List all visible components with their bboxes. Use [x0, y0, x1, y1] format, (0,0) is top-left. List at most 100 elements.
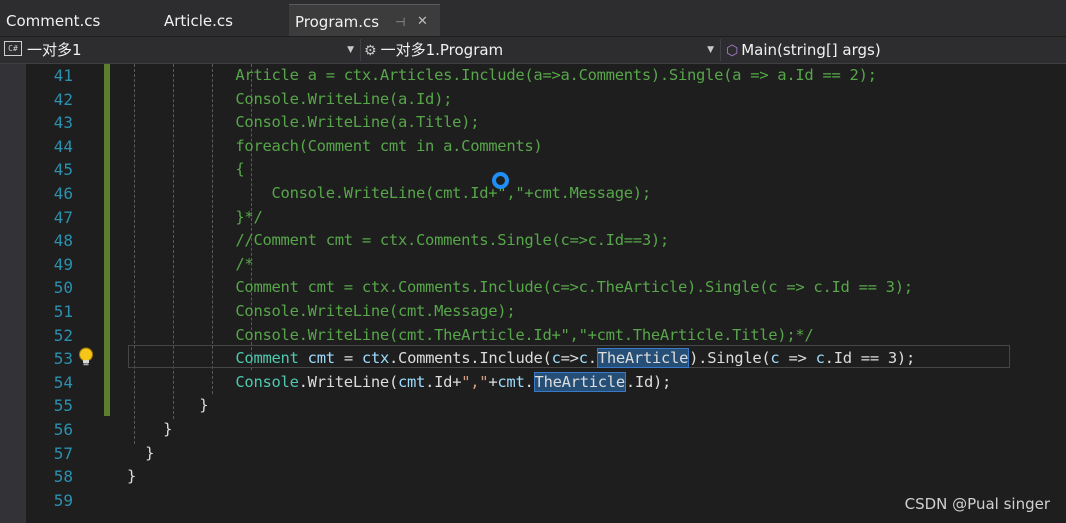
line-number: 56 — [53, 420, 73, 439]
code-line[interactable]: Comment cmt = ctx.Comments.Include(c=>c.… — [127, 347, 915, 370]
code-line[interactable]: //Comment cmt = ctx.Comments.Single(c=>c… — [127, 229, 669, 252]
code-token: Console.WriteLine(a.Title); — [127, 113, 480, 132]
code-token: .Id); — [625, 372, 672, 391]
tab-label: Program.cs — [295, 13, 380, 31]
line-number: 52 — [53, 325, 73, 345]
member-dropdown[interactable]: ⬡ Main(string[] args) — [726, 39, 1062, 61]
code-token: /* — [127, 254, 254, 273]
code-token: //Comment cmt = ctx.Comments.Single(c=>c… — [127, 231, 669, 250]
code-line[interactable]: } — [127, 418, 172, 441]
lightbulb-icon[interactable] — [77, 347, 95, 367]
line-number: 43 — [53, 113, 73, 133]
line-number: 48 — [53, 231, 73, 251]
code-line[interactable]: Article a = ctx.Articles.Include(a=>a.Co… — [127, 64, 877, 87]
line-number: 50 — [53, 278, 73, 298]
code-token: TheArticle — [596, 348, 690, 369]
line-number: 54 — [53, 372, 73, 392]
method-icon: ⬡ — [726, 43, 739, 59]
code-token: ).Single( — [689, 349, 771, 368]
line-number: 45 — [53, 160, 73, 180]
code-line[interactable]: Console.WriteLine(cmt.Id+","+cmt.Message… — [127, 182, 652, 205]
tab-article-cs[interactable]: Article.cs — [164, 4, 233, 36]
line-number: 55 — [53, 396, 73, 416]
code-line[interactable]: Console.WriteLine(cmt.Message); — [127, 300, 515, 323]
code-line[interactable]: Console.WriteLine(a.Title); — [127, 111, 479, 134]
change-tracking-bar — [104, 64, 110, 416]
code-token: } — [127, 420, 173, 438]
line-number: 58 — [53, 467, 73, 487]
code-token: } — [127, 396, 209, 415]
project-dropdown[interactable]: C# 一对多1 ▼ — [0, 39, 356, 61]
code-token: { — [127, 160, 245, 179]
code-line[interactable]: } — [127, 394, 208, 417]
line-number: 42 — [53, 89, 73, 109]
code-token: .WriteLine( — [298, 372, 399, 391]
code-token: . — [587, 349, 597, 368]
chevron-down-icon: ▼ — [347, 45, 354, 55]
code-token: "," — [461, 372, 489, 391]
line-number: 57 — [53, 443, 73, 463]
code-token: c — [578, 349, 588, 368]
class-label: 一对多1.Program — [380, 41, 504, 59]
code-line[interactable]: /* — [127, 253, 253, 276]
nav-separator — [720, 39, 721, 61]
loading-spinner-icon — [492, 172, 509, 189]
code-token: .Id+ — [425, 372, 462, 391]
code-editor[interactable]: 41 42 43 44 45 46 47 48 49 50 51 52 53 5… — [0, 64, 1066, 523]
close-icon[interactable]: ✕ — [417, 5, 428, 39]
code-token: ctx — [361, 349, 389, 368]
code-token: } — [127, 443, 155, 462]
code-token: = — [334, 349, 362, 368]
pin-icon[interactable]: ⊣ — [395, 5, 405, 39]
tab-program-cs[interactable]: Program.cs ⊣ ✕ — [289, 4, 440, 36]
code-token: TheArticle — [533, 371, 626, 392]
code-token: .Comments.Include( — [389, 349, 552, 368]
code-token: }*/ — [127, 207, 263, 226]
tab-label: Article.cs — [164, 12, 233, 30]
code-token: foreach(Comment cmt in a.Comments) — [127, 136, 543, 155]
nav-separator — [360, 39, 361, 61]
class-icon: ⚙ — [364, 43, 377, 59]
code-token: Console.WriteLine(cmt.Id+","+cmt.Message… — [127, 184, 652, 202]
code-token: . — [524, 372, 534, 391]
tab-comment-cs[interactable]: Comment.cs — [6, 4, 100, 36]
code-token: Console — [235, 372, 299, 391]
code-token: => — [779, 349, 816, 368]
code-token: cmt — [497, 372, 525, 391]
code-token: Article a = ctx.Articles.Include(a=>a.Co… — [127, 66, 877, 84]
line-number: 44 — [53, 136, 73, 156]
document-tab-strip: Comment.cs Article.cs Program.cs ⊣ ✕ — [0, 0, 1066, 36]
navigation-bar: C# 一对多1 ▼ ⚙ 一对多1.Program ▼ ⬡ Main(string[] … — [0, 37, 1066, 64]
glyph-margin — [0, 64, 26, 523]
member-label: Main(string[] args) — [741, 41, 881, 59]
code-line[interactable]: Console.WriteLine(cmt.Id+","+cmt.TheArti… — [127, 371, 671, 394]
code-line[interactable]: Console.WriteLine(a.Id); — [127, 88, 452, 111]
line-number: 47 — [53, 207, 73, 227]
code-token: c — [815, 349, 825, 368]
code-token: => — [560, 349, 579, 368]
code-line[interactable]: } — [127, 442, 154, 465]
line-number: 41 — [53, 66, 73, 85]
chevron-down-icon: ▼ — [707, 45, 714, 55]
code-line[interactable]: Comment cmt = ctx.Comments.Include(c=>c.… — [127, 276, 913, 299]
code-token: .Id == 3); — [824, 349, 916, 368]
project-label: 一对多1 — [27, 41, 82, 59]
line-number: 51 — [53, 302, 73, 321]
code-line[interactable]: } — [127, 465, 136, 488]
code-line[interactable]: Console.WriteLine(cmt.TheArticle.Id+","+… — [127, 324, 813, 347]
code-line[interactable]: { — [127, 158, 244, 181]
line-number: 49 — [53, 254, 73, 274]
line-number: 59 — [53, 490, 73, 510]
code-token: Comment cmt = ctx.Comments.Include(c=>c.… — [127, 278, 913, 297]
watermark: CSDN @Pual singer — [904, 495, 1050, 513]
code-token: Console.WriteLine(a.Id); — [127, 89, 453, 108]
line-number: 46 — [53, 184, 73, 203]
class-dropdown[interactable]: ⚙ 一对多1.Program ▼ — [364, 39, 716, 61]
code-token: Comment — [235, 349, 299, 368]
csharp-project-icon: C# — [4, 41, 22, 56]
code-line[interactable]: }*/ — [127, 206, 262, 229]
code-line[interactable]: foreach(Comment cmt in a.Comments) — [127, 135, 542, 158]
